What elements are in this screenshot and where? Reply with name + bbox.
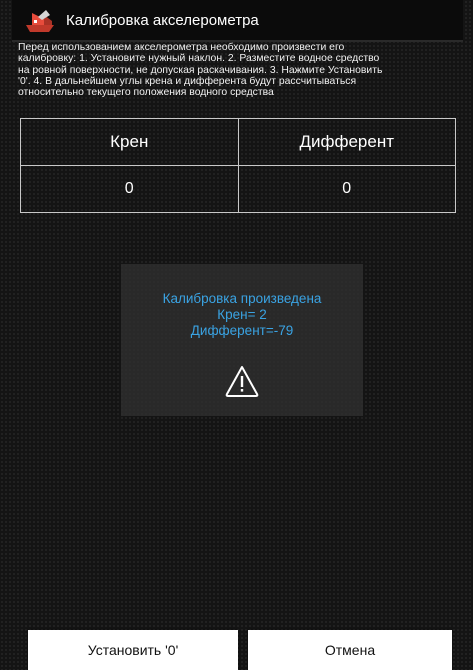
boat-app-icon (26, 10, 54, 32)
set-zero-button[interactable]: Установить '0' (28, 630, 238, 670)
instruction-line: Перед использованием акселерометра необх… (18, 42, 345, 53)
roll-value: 0 (20, 165, 239, 213)
column-header-roll: Крен (20, 118, 239, 166)
toast-roll: Крен= 2 (217, 307, 267, 322)
window-title: Калибровка акселерометра (66, 11, 259, 29)
table-header-row: Крен Дифферент (20, 118, 456, 166)
column-header-trim: Дифферент (237, 118, 456, 166)
instruction-line: калибровку: 1. Установите нужный наклон.… (18, 53, 380, 65)
warning-icon (225, 366, 259, 397)
instructions-text: Перед использованием акселерометра необх… (18, 42, 458, 98)
table-row: 0 0 (20, 165, 456, 213)
calibration-screen: Калибровка акселерометра Перед использов… (12, 0, 463, 670)
title-bar: Калибровка акселерометра (12, 0, 463, 42)
toast-trim: Дифферент=-79 (190, 323, 294, 338)
instruction-line: '0'. 4. В дальнейшем углы крена и диффер… (18, 75, 357, 87)
toast-message: Калибровка произведена (162, 291, 322, 306)
trim-value: 0 (237, 165, 456, 213)
instruction-line: относительно текущего положения водного … (18, 87, 274, 99)
angles-table: Крен Дифферент 0 0 (20, 118, 456, 213)
cancel-button[interactable]: Отмена (248, 630, 452, 670)
instruction-line: на ровной поверхности, не допуская раска… (18, 64, 383, 76)
calibration-toast: Калибровка произведена Крен= 2 Дифферент… (121, 264, 363, 416)
